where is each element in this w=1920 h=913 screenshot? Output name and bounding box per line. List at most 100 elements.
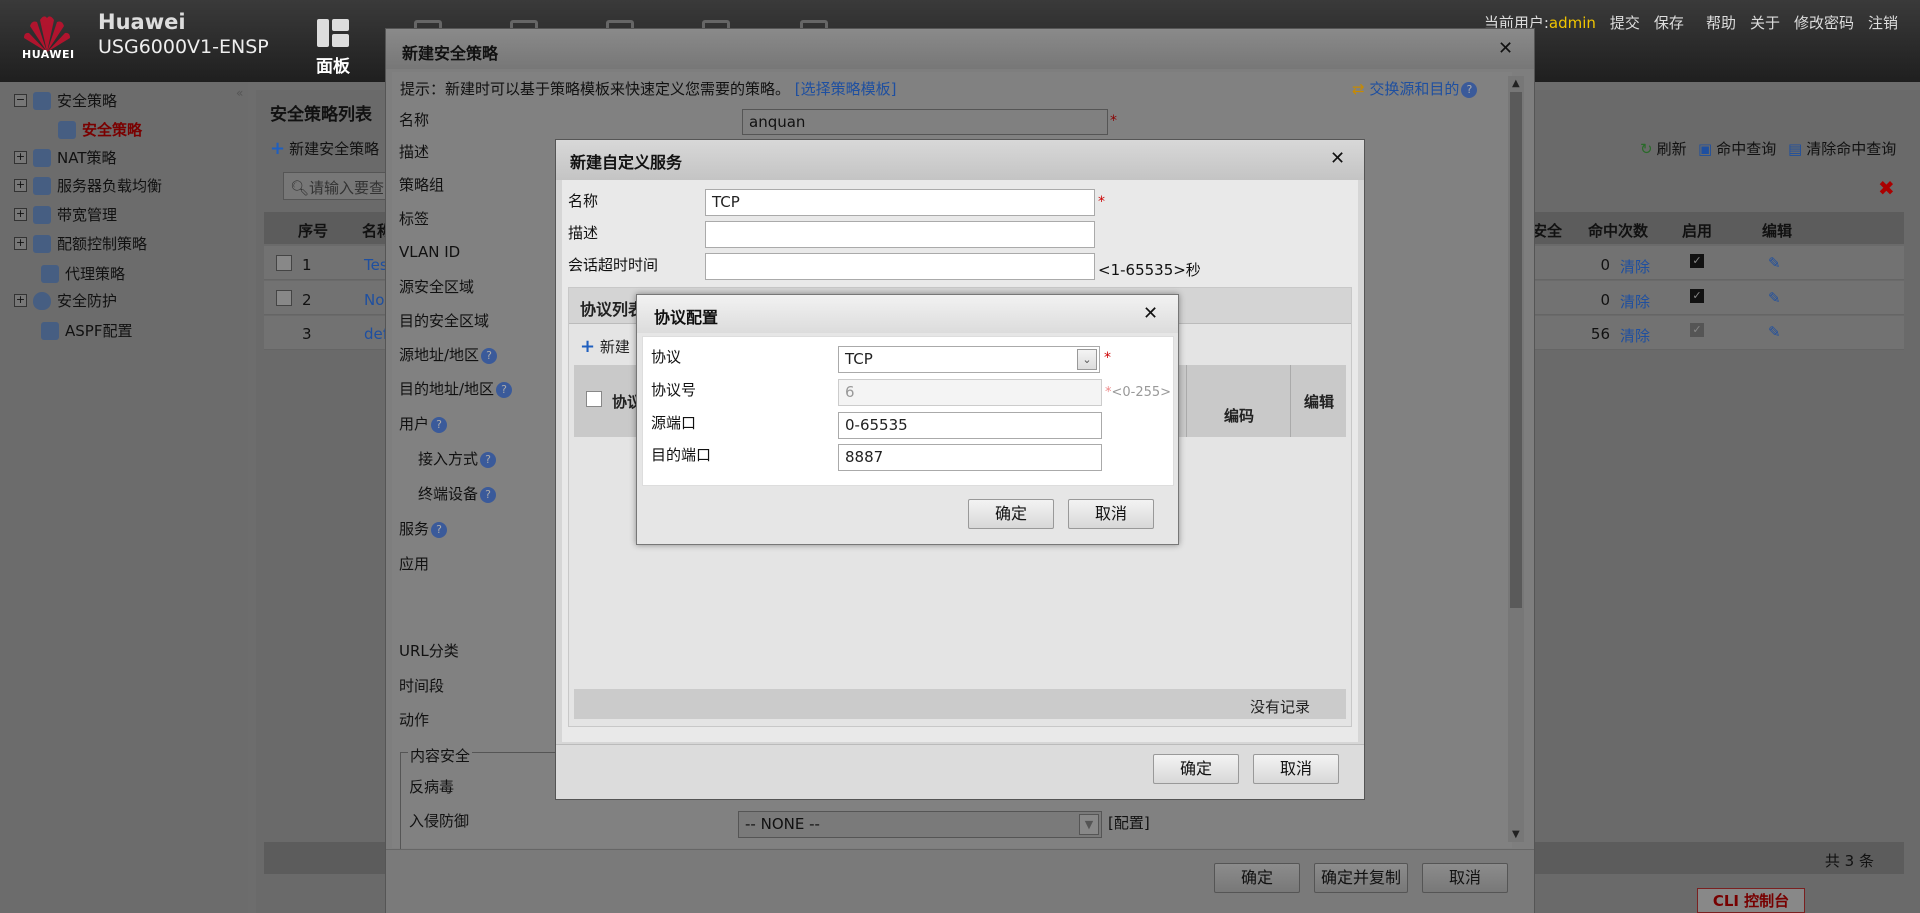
row-clear-link[interactable]: 清除 (1620, 256, 1650, 277)
protocol-list-title: 协议列表 (580, 300, 645, 319)
row-name-link[interactable]: No (364, 291, 384, 309)
close-icon[interactable]: ✕ (1498, 38, 1513, 59)
choose-template-link[interactable]: [选择策略模板] (795, 80, 897, 98)
scrollbar-thumb[interactable] (1510, 92, 1522, 608)
label-tag: 标签 (399, 210, 430, 228)
collapse-sidebar-icon[interactable]: « (236, 86, 243, 100)
chevron-down-icon[interactable]: ⌄ (1077, 349, 1097, 370)
ips-config-link[interactable]: [配置] (1108, 812, 1150, 833)
label-service-desc: 描述 (568, 224, 599, 242)
dashboard-icon[interactable] (316, 18, 350, 48)
close-icon[interactable]: ✕ (1330, 148, 1345, 169)
close-icon[interactable]: ✕ (1143, 303, 1158, 324)
refresh-button[interactable]: ↻ 刷新 (1640, 138, 1687, 159)
help-icon[interactable]: ? (496, 381, 513, 398)
tree-security-protection[interactable]: + 安全防护 (14, 290, 117, 311)
total-count: 共 3 条 (1824, 852, 1874, 870)
label-dst-port: 目的端口 (651, 446, 712, 464)
logout-link[interactable]: 注销 (1868, 12, 1898, 33)
cancel-button[interactable]: 取消 (1422, 863, 1508, 893)
hit-query-button[interactable]: ▣ 命中查询 (1698, 138, 1776, 159)
tree-security-policy[interactable]: 安全策略 (58, 119, 142, 140)
help-icon[interactable]: ? (480, 451, 497, 468)
protocol-select[interactable]: TCP ⌄ (838, 346, 1100, 373)
scroll-down-icon[interactable]: ▼ (1512, 829, 1520, 840)
src-port-input[interactable]: 0-65535 (838, 412, 1102, 439)
tree-proxy-policy[interactable]: 代理策略 (41, 263, 125, 284)
label-src-port: 源端口 (651, 414, 697, 432)
policy-list-title: 安全策略列表 (270, 105, 372, 125)
help-link[interactable]: 帮助 (1706, 12, 1736, 33)
label-src-addr: 源地址/地区? (399, 344, 498, 365)
chevron-down-icon[interactable]: ▼ (1079, 814, 1099, 835)
query-icon: ▣ (1698, 139, 1713, 158)
tree-quota-control[interactable]: + 配额控制策略 (14, 233, 147, 254)
label-dst-addr: 目的地址/地区? (399, 378, 513, 399)
row-clear-link[interactable]: 清除 (1620, 325, 1650, 346)
add-icon: + (270, 138, 286, 159)
clear-search-icon[interactable]: ✖ (1878, 176, 1895, 200)
label-time: 时间段 (399, 677, 445, 695)
ips-profile-select[interactable]: -- NONE -- ▼ (738, 811, 1102, 838)
session-timeout-input[interactable] (705, 253, 1095, 280)
expand-icon[interactable]: + (14, 179, 27, 192)
new-policy-button[interactable]: + 新建安全策略 (270, 138, 379, 159)
help-icon[interactable]: ? (480, 486, 497, 503)
help-icon[interactable]: ? (481, 347, 498, 364)
cancel-button[interactable]: 取消 (1068, 499, 1154, 529)
policy-name-input[interactable]: anquan (742, 109, 1108, 135)
row-checkbox[interactable] (276, 290, 292, 306)
label-ips: 入侵防御 (409, 812, 470, 830)
ok-button[interactable]: 确定 (1153, 754, 1239, 784)
required-marker: * (1104, 350, 1111, 366)
expand-icon[interactable]: + (14, 294, 27, 307)
help-icon[interactable]: ? (1461, 81, 1478, 98)
proxy-icon (41, 264, 59, 283)
row-clear-link[interactable]: 清除 (1620, 291, 1650, 312)
select-all-checkbox[interactable] (586, 391, 602, 407)
col-code: 编码 (1224, 407, 1255, 425)
scroll-up-icon[interactable]: ▲ (1512, 78, 1520, 89)
edit-icon[interactable]: ✎ (1768, 323, 1781, 341)
swap-src-dst-link[interactable]: ⇄ 交换源和目的? (1352, 78, 1478, 99)
help-icon[interactable]: ? (431, 521, 448, 538)
label-terminal: 终端设备? (418, 483, 497, 504)
clear-hit-query-button[interactable]: ▤ 清除命中查询 (1788, 138, 1896, 159)
service-desc-input[interactable] (705, 221, 1095, 248)
protocol-number-input: 6 (838, 379, 1102, 406)
tree-nat-policy[interactable]: + NAT策略 (14, 147, 116, 168)
about-link[interactable]: 关于 (1750, 12, 1780, 33)
refresh-icon: ↻ (1640, 139, 1653, 158)
save-link[interactable]: 保存 (1654, 12, 1684, 33)
cli-console-button[interactable]: CLI 控制台 (1697, 888, 1805, 913)
change-password-link[interactable]: 修改密码 (1794, 12, 1854, 33)
label-group: 策略组 (399, 176, 445, 194)
service-name-input[interactable]: TCP (705, 189, 1095, 216)
row-checkbox[interactable] (276, 255, 292, 271)
ok-and-copy-button[interactable]: 确定并复制 (1314, 863, 1408, 893)
edit-icon[interactable]: ✎ (1768, 254, 1781, 272)
row-hits: 0 (1600, 256, 1610, 274)
row-enabled-checkbox[interactable]: ✓ (1690, 289, 1704, 303)
ok-button[interactable]: 确定 (1214, 863, 1300, 893)
ok-button[interactable]: 确定 (968, 499, 1054, 529)
row-seq: 3 (302, 325, 312, 343)
submit-link[interactable]: 提交 (1610, 12, 1640, 33)
label-user: 用户? (399, 413, 448, 434)
expand-icon[interactable]: + (14, 151, 27, 164)
nav-dashboard[interactable]: 面板 (316, 52, 350, 77)
expand-icon[interactable]: + (14, 237, 27, 250)
tree-server-lb[interactable]: + 服务器负载均衡 (14, 175, 162, 196)
expand-icon[interactable]: + (14, 208, 27, 221)
dst-port-input[interactable]: 8887 (838, 444, 1102, 471)
edit-icon[interactable]: ✎ (1768, 289, 1781, 307)
tree-security-policy-group[interactable]: − 安全策略 (14, 90, 117, 111)
tree-aspf[interactable]: ASPF配置 (41, 320, 132, 341)
collapse-icon[interactable]: − (14, 94, 27, 107)
tree-bandwidth[interactable]: + 带宽管理 (14, 204, 117, 225)
help-icon[interactable]: ? (431, 416, 448, 433)
cancel-button[interactable]: 取消 (1253, 754, 1339, 784)
new-protocol-button[interactable]: + 新建 (580, 336, 630, 357)
row-enabled-checkbox[interactable]: ✓ (1690, 254, 1704, 268)
col-edit: 编辑 (1762, 222, 1793, 240)
